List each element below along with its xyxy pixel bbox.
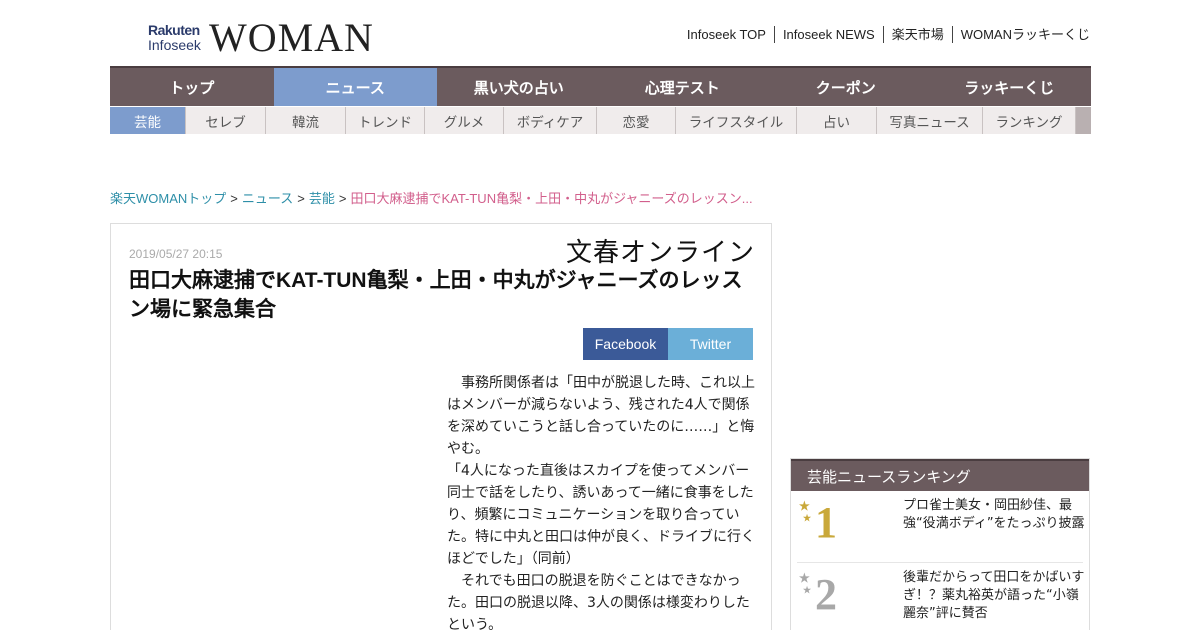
- sub-nav-ranking[interactable]: ランキング: [983, 107, 1076, 134]
- logo-rakuten-text: Rakuten: [148, 22, 200, 38]
- ranking-header: 芸能ニュースランキング: [791, 459, 1089, 491]
- main-nav-news[interactable]: ニュース: [273, 68, 437, 106]
- star-icon: ★: [799, 499, 810, 513]
- article-paragraph: それでも田口の脱退を防ぐことはできなかった。田口の脱退以降、3人の関係は様変わり…: [447, 573, 750, 630]
- breadcrumb-news[interactable]: ニュース: [242, 191, 293, 206]
- entertainment-news-ranking: 芸能ニュースランキング ★ ★ 1 プロ雀士美女・岡田紗佳、最強“役満ボディ”を…: [790, 458, 1090, 630]
- ranking-thumbnail[interactable]: [857, 499, 897, 555]
- rank-number-badge: ★ ★ 2: [799, 569, 851, 619]
- sub-nav-fortune[interactable]: 占い: [797, 107, 877, 134]
- ranking-item-title[interactable]: 後輩だからって田口をかばいすぎ！？薬丸裕英が語った“小嶺麗奈”評に賛否: [903, 569, 1089, 623]
- main-nav-lucky-kuji[interactable]: ラッキーくじ: [928, 68, 1092, 106]
- breadcrumb-current: 田口大麻逮捕でKAT-TUN亀梨・上田・中丸がジャニーズのレッスン...: [350, 191, 753, 206]
- article-date: 2019/05/27 20:15: [129, 247, 223, 261]
- ranking-item[interactable]: ★ ★ 2 後輩だからって田口をかばいすぎ！？薬丸裕英が語った“小嶺麗奈”評に賛…: [797, 563, 1084, 630]
- ranking-item-title[interactable]: プロ雀士美女・岡田紗佳、最強“役満ボディ”をたっぷり披露: [903, 497, 1089, 533]
- breadcrumb-woman-top[interactable]: 楽天WOMANトップ: [110, 191, 226, 206]
- top-link-infoseek-news[interactable]: Infoseek NEWS: [773, 26, 883, 43]
- sub-nav-lifestyle[interactable]: ライフスタイル: [676, 107, 797, 134]
- sub-nav-trend[interactable]: トレンド: [346, 107, 425, 134]
- breadcrumb: 楽天WOMANトップ > ニュース > 芸能 > 田口大麻逮捕でKAT-TUN亀梨・上田・中…: [110, 188, 753, 207]
- twitter-share-button[interactable]: Twitter: [668, 328, 753, 360]
- top-link-woman-lucky-kuji[interactable]: WOMANラッキーくじ: [951, 26, 1090, 43]
- site-logo[interactable]: Rakuten Infoseek WOMAN: [148, 18, 374, 58]
- sub-nav-gourmet[interactable]: グルメ: [425, 107, 504, 134]
- article: 2019/05/27 20:15 文春オンライン 田口大麻逮捕でKAT-TUN亀…: [110, 223, 772, 630]
- sub-nav-photo-news[interactable]: 写真ニュース: [877, 107, 983, 134]
- star-icon: ★: [803, 513, 812, 523]
- sub-nav-korean[interactable]: 韓流: [266, 107, 346, 134]
- sub-nav-love[interactable]: 恋愛: [597, 107, 676, 134]
- top-links: Infoseek TOP Infoseek NEWS 楽天市場 WOMANラッキ…: [679, 26, 1090, 43]
- logo-rakuten-infoseek: Rakuten Infoseek: [148, 23, 201, 53]
- rank-number-badge: ★ ★ 1: [799, 497, 851, 547]
- top-link-infoseek-top[interactable]: Infoseek TOP: [679, 26, 774, 43]
- logo-woman-text: WOMAN: [208, 15, 374, 60]
- star-icon: ★: [799, 571, 810, 585]
- article-paragraph: 事務所関係者は「田中が脱退した時、これ以上はメンバーが減らないよう、残された4人…: [447, 375, 755, 457]
- breadcrumb-separator: >: [230, 191, 238, 206]
- rank-number: 1: [815, 497, 837, 547]
- breadcrumb-separator: >: [338, 191, 347, 206]
- logo-infoseek-text: Infoseek: [148, 37, 201, 53]
- article-title: 田口大麻逮捕でKAT-TUN亀梨・上田・中丸がジャニーズのレッスン場に緊急集合: [129, 269, 743, 321]
- facebook-share-button[interactable]: Facebook: [583, 328, 668, 360]
- ranking-item[interactable]: ★ ★ 1 プロ雀士美女・岡田紗佳、最強“役満ボディ”をたっぷり披露: [797, 491, 1085, 563]
- sub-nav: 芸能 セレブ 韓流 トレンド グルメ ボディケア 恋愛 ライフスタイル 占い 写…: [110, 107, 1091, 134]
- ranking-thumbnail[interactable]: [857, 571, 897, 627]
- top-link-rakuten-ichiba[interactable]: 楽天市場: [882, 26, 952, 43]
- article-paragraph: 「4人になった直後はスカイプを使ってメンバー同士で話をしたり、誘いあって一緒に食…: [447, 463, 755, 567]
- article-source-logo: 文春オンライン: [565, 238, 755, 268]
- main-nav-psych-test[interactable]: 心理テスト: [601, 68, 765, 106]
- sub-nav-entertainment[interactable]: 芸能: [110, 107, 186, 134]
- article-body: 事務所関係者は「田中が脱退した時、これ以上はメンバーが減らないよう、残された4人…: [447, 372, 755, 630]
- sub-nav-celeb[interactable]: セレブ: [186, 107, 266, 134]
- main-nav: トップ ニュース 黒い犬の占い 心理テスト クーポン ラッキーくじ: [110, 66, 1091, 106]
- main-nav-top[interactable]: トップ: [110, 68, 274, 106]
- breadcrumb-separator: >: [297, 191, 305, 206]
- star-icon: ★: [803, 585, 812, 595]
- main-nav-black-dog-fortune[interactable]: 黒い犬の占い: [437, 68, 601, 106]
- rank-number: 2: [815, 569, 837, 619]
- main-nav-coupon[interactable]: クーポン: [764, 68, 928, 106]
- breadcrumb-entertainment[interactable]: 芸能: [309, 191, 335, 206]
- sub-nav-bodycare[interactable]: ボディケア: [504, 107, 597, 134]
- share-buttons: Facebook Twitter: [583, 328, 753, 360]
